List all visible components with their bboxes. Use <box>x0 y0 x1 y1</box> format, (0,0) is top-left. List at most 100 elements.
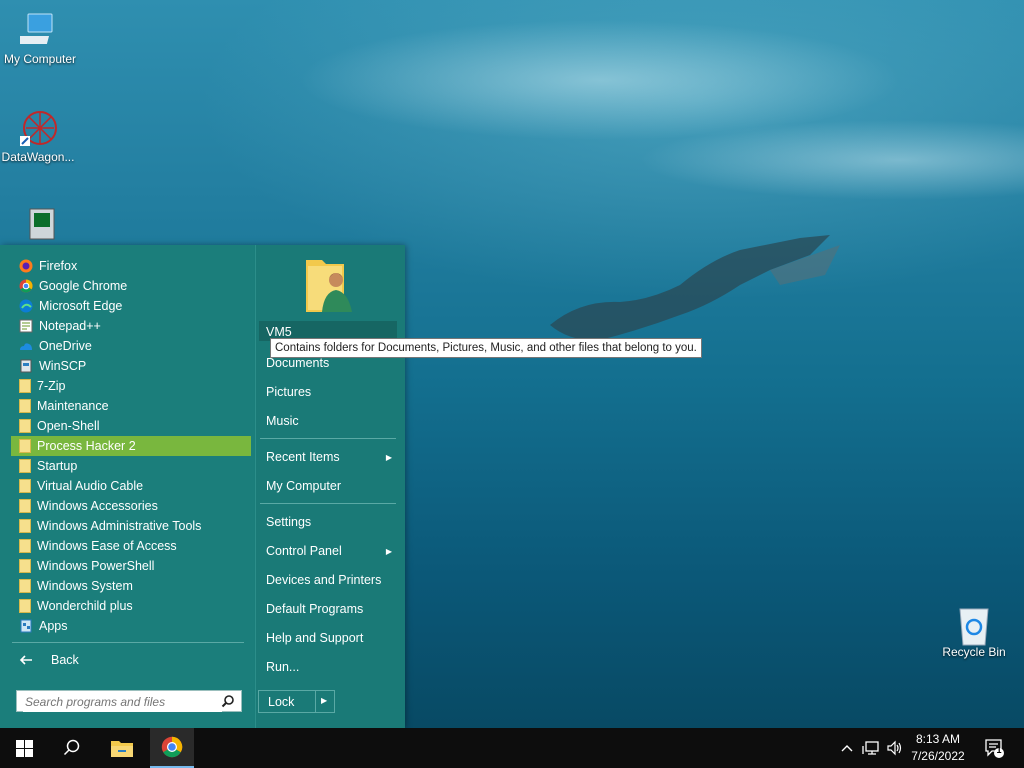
back-label: Back <box>51 653 79 667</box>
program-item-open-shell[interactable]: Open-Shell <box>11 416 251 436</box>
folder-icon <box>19 479 31 493</box>
search-box[interactable] <box>16 690 242 712</box>
program-label: Windows Ease of Access <box>37 539 177 553</box>
show-hidden-icons-button[interactable] <box>838 728 856 768</box>
program-label: Apps <box>39 619 68 633</box>
start-button[interactable] <box>0 728 48 768</box>
menu-item-label: Pictures <box>266 385 312 399</box>
separator <box>260 438 396 439</box>
winscp-icon <box>19 359 33 373</box>
action-center-button[interactable]: 1 <box>978 728 1010 768</box>
desktop-icon-recycle-bin[interactable]: Recycle Bin <box>936 603 1012 659</box>
program-item-windows-administrative-tools[interactable]: Windows Administrative Tools <box>11 516 251 536</box>
chevron-right-icon[interactable]: ▶ <box>321 696 327 705</box>
desktop-icon-datawagon[interactable]: DataWagon... <box>0 108 76 164</box>
folder-icon <box>19 459 31 473</box>
taskbar-file-explorer[interactable] <box>100 728 144 768</box>
firefox-icon <box>19 259 33 273</box>
menu-item-my-computer[interactable]: My Computer <box>266 479 396 493</box>
program-label: Startup <box>37 459 78 473</box>
menu-item-devices-and-printers[interactable]: Devices and Printers <box>266 573 396 587</box>
program-item-google-chrome[interactable]: Google Chrome <box>11 276 251 296</box>
computer-icon <box>14 10 60 50</box>
menu-item-label: Default Programs <box>266 602 364 616</box>
program-item-windows-accessories[interactable]: Windows Accessories <box>11 496 251 516</box>
network-button[interactable] <box>860 728 882 768</box>
program-label: Virtual Audio Cable <box>37 479 144 493</box>
chrome-icon <box>161 736 183 758</box>
desktop-icon-my-computer[interactable]: My Computer <box>2 10 78 66</box>
folder-icon <box>19 559 31 573</box>
menu-item-help-and-support[interactable]: Help and Support <box>266 631 396 645</box>
folder-icon <box>19 419 31 433</box>
program-label: Windows Administrative Tools <box>37 519 202 533</box>
menu-item-documents[interactable]: Documents <box>266 356 396 370</box>
separator <box>315 691 316 712</box>
program-item-startup[interactable]: Startup <box>11 456 251 476</box>
program-item-windows-powershell[interactable]: Windows PowerShell <box>11 556 251 576</box>
menu-item-settings[interactable]: Settings <box>266 515 396 529</box>
folder-icon <box>19 599 31 613</box>
recycle-bin-icon <box>954 603 994 646</box>
windows-logo-icon <box>15 739 33 757</box>
program-item-notepadpp[interactable]: Notepad++ <box>11 316 251 336</box>
taskbar-search-button[interactable] <box>50 728 94 768</box>
desktop-icon-label: Recycle Bin <box>942 645 1006 659</box>
program-item-onedrive[interactable]: OneDrive <box>11 336 251 356</box>
program-item-firefox[interactable]: Firefox <box>11 256 251 276</box>
desktop-icon-monitor-app[interactable] <box>2 205 78 247</box>
menu-item-label: Run... <box>266 660 300 674</box>
program-label: Windows PowerShell <box>37 559 155 573</box>
program-label: Maintenance <box>37 399 109 413</box>
menu-item-label: Help and Support <box>266 631 364 645</box>
search-input[interactable] <box>23 692 222 712</box>
program-item-process-hacker-2[interactable]: Process Hacker 2 <box>11 436 251 456</box>
desktop-icon-label: My Computer <box>3 52 77 66</box>
user-folder-icon <box>306 260 352 312</box>
taskbar-chrome[interactable] <box>150 728 194 768</box>
menu-item-label: Devices and Printers <box>266 573 382 587</box>
back-button[interactable]: Back <box>11 650 251 670</box>
folder-icon <box>19 399 31 413</box>
menu-item-recent-items[interactable]: Recent Items ▶ <box>266 450 396 464</box>
taskbar: 8:13 AM 7/26/2022 1 <box>0 728 1024 768</box>
chevron-up-icon <box>841 745 853 752</box>
volume-button[interactable] <box>884 728 906 768</box>
program-label: OneDrive <box>39 339 92 353</box>
program-item-windows-system[interactable]: Windows System <box>11 576 251 596</box>
program-item-windows-ease-of-access[interactable]: Windows Ease of Access <box>11 536 251 556</box>
folder-icon <box>19 439 31 453</box>
menu-item-default-programs[interactable]: Default Programs <box>266 602 396 616</box>
menu-item-music[interactable]: Music <box>266 414 396 428</box>
user-folder-picture[interactable] <box>304 256 356 314</box>
folder-icon <box>19 539 31 553</box>
clock-time: 8:13 AM <box>915 732 961 746</box>
program-item-microsoft-edge[interactable]: Microsoft Edge <box>11 296 251 316</box>
clock[interactable]: 8:13 AM 7/26/2022 <box>906 732 970 763</box>
menu-item-label: Music <box>266 414 299 428</box>
menu-item-label: Control Panel <box>266 544 342 558</box>
program-label: Open-Shell <box>37 419 100 433</box>
program-label: Notepad++ <box>39 319 101 333</box>
program-item-7-zip[interactable]: 7-Zip <box>11 376 251 396</box>
menu-item-control-panel[interactable]: Control Panel ▶ <box>266 544 396 558</box>
separator <box>260 503 396 504</box>
monitor-app-icon <box>20 205 60 245</box>
program-item-winscp[interactable]: WinSCP <box>11 356 251 376</box>
search-icon[interactable] <box>221 694 235 708</box>
program-item-maintenance[interactable]: Maintenance <box>11 396 251 416</box>
speaker-icon <box>887 740 902 756</box>
menu-item-pictures[interactable]: Pictures <box>266 385 396 399</box>
program-item-apps[interactable]: Apps <box>11 616 251 636</box>
program-item-virtual-audio-cable[interactable]: Virtual Audio Cable <box>11 476 251 496</box>
menu-item-run[interactable]: Run... <box>266 660 396 674</box>
network-icon <box>862 741 879 755</box>
lock-button[interactable]: Lock ▶ <box>258 690 335 713</box>
menu-item-label: Documents <box>266 356 330 370</box>
program-label: Firefox <box>39 259 78 273</box>
clock-date: 7/26/2022 <box>911 749 965 763</box>
program-label: 7-Zip <box>37 379 66 393</box>
edge-icon <box>19 299 33 313</box>
datawagon-icon <box>18 108 58 148</box>
program-item-wonderchild-plus[interactable]: Wonderchild plus <box>11 596 251 616</box>
